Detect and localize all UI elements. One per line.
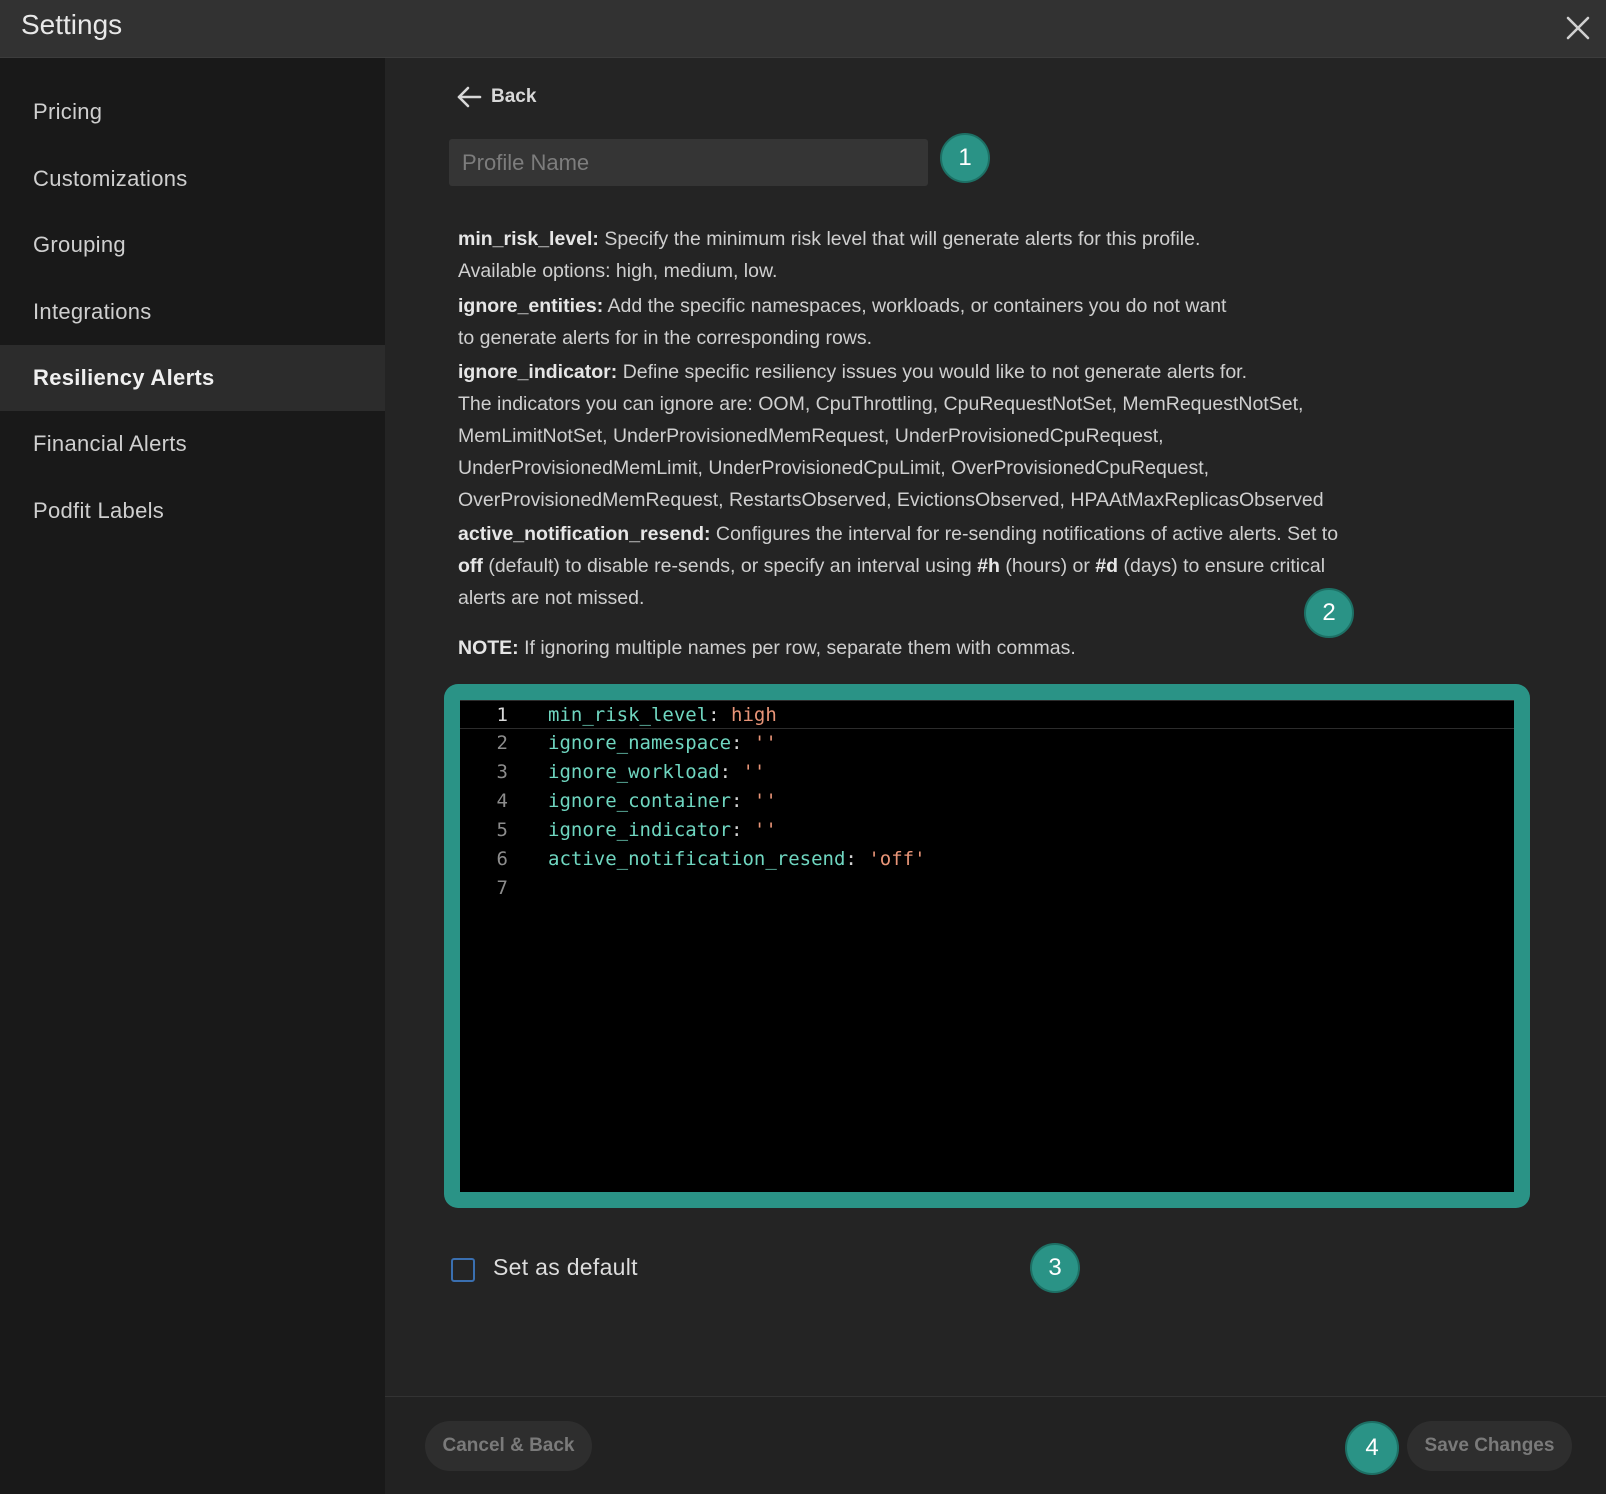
code-line[interactable]: 4 ignore_container: '' xyxy=(460,787,1514,816)
footer-bar: Cancel & Back 4 Save Changes xyxy=(385,1396,1606,1494)
code-line[interactable]: 3 ignore_workload: '' xyxy=(460,758,1514,787)
line-number: 2 xyxy=(496,732,508,754)
sidebar-item-podfit-labels[interactable]: Podfit Labels xyxy=(0,478,385,544)
close-button[interactable] xyxy=(1560,10,1596,46)
min-risk-level-term: min_risk_level: xyxy=(458,228,599,250)
profile-name-input[interactable] xyxy=(449,139,928,186)
step-badge-3: 3 xyxy=(1030,1243,1080,1293)
line-number: 3 xyxy=(496,761,508,783)
min-risk-level-description: min_risk_level: Specify the minimum risk… xyxy=(458,228,1201,282)
code-line[interactable]: 1 min_risk_level: high xyxy=(460,700,1514,729)
ignore-entities-description: ignore_entities: Add the specific namesp… xyxy=(458,295,1227,349)
main-panel: Back 1 min_risk_level: Specify the minim… xyxy=(385,58,1606,1494)
note-description: NOTE: If ignoring multiple names per row… xyxy=(458,637,1076,659)
settings-sidebar: Pricing Customizations Grouping Integrat… xyxy=(0,58,385,1494)
save-changes-button[interactable]: Save Changes xyxy=(1407,1421,1572,1471)
line-number: 5 xyxy=(496,819,508,841)
sidebar-item-customizations[interactable]: Customizations xyxy=(0,146,385,212)
active-notification-resend-term: active_notification_resend: xyxy=(458,523,711,545)
step-badge-4: 4 xyxy=(1345,1421,1399,1475)
sidebar-item-pricing[interactable]: Pricing xyxy=(0,79,385,145)
code-line[interactable]: 7 xyxy=(460,874,1514,903)
ignore-entities-term: ignore_entities: xyxy=(458,295,604,317)
step-badge-1: 1 xyxy=(940,133,990,183)
set-default-label[interactable]: Set as default xyxy=(493,1254,638,1281)
code-line[interactable]: 5 ignore_indicator: '' xyxy=(460,816,1514,845)
yaml-editor-frame: 1 min_risk_level: high 2 ignore_namespac… xyxy=(444,684,1530,1208)
line-number: 1 xyxy=(496,704,508,726)
cancel-back-button[interactable]: Cancel & Back xyxy=(425,1421,592,1471)
sidebar-item-financial-alerts[interactable]: Financial Alerts xyxy=(0,411,385,477)
arrow-left-icon xyxy=(457,86,482,108)
line-number: 7 xyxy=(496,877,508,899)
set-default-checkbox[interactable] xyxy=(451,1258,475,1282)
line-number: 4 xyxy=(496,790,508,812)
sidebar-item-resiliency-alerts[interactable]: Resiliency Alerts xyxy=(0,345,385,411)
back-label: Back xyxy=(491,86,537,107)
window-title: Settings xyxy=(21,9,123,40)
back-link[interactable]: Back xyxy=(455,82,536,112)
close-icon xyxy=(1566,16,1590,40)
title-bar: Settings xyxy=(0,0,1606,58)
note-term: NOTE: xyxy=(458,637,519,659)
sidebar-item-grouping[interactable]: Grouping xyxy=(0,212,385,278)
sidebar-item-integrations[interactable]: Integrations xyxy=(0,279,385,345)
line-number: 6 xyxy=(496,848,508,870)
ignore-indicator-description: ignore_indicator: Define specific resili… xyxy=(458,361,1324,511)
yaml-editor[interactable]: 1 min_risk_level: high 2 ignore_namespac… xyxy=(460,700,1514,1192)
ignore-indicator-term: ignore_indicator: xyxy=(458,361,618,383)
code-line[interactable]: 2 ignore_namespace: '' xyxy=(460,729,1514,758)
active-notification-resend-description: active_notification_resend: Configures t… xyxy=(458,523,1339,609)
code-line[interactable]: 6 active_notification_resend: 'off' xyxy=(460,845,1514,874)
step-badge-2: 2 xyxy=(1304,588,1354,638)
